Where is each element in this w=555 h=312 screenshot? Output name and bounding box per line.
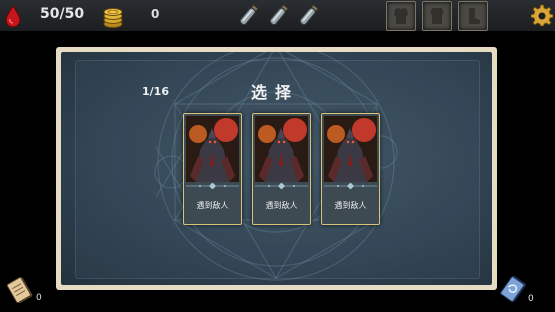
enemy-encounter-art: [186, 116, 239, 182]
boots-slot-icon: [469, 8, 480, 24]
empty-potion-icon[interactable]: [236, 3, 260, 29]
top-bar: 50/50 0: [0, 0, 555, 31]
chest-slot[interactable]: [422, 1, 452, 31]
event-progress: 1/16: [142, 85, 169, 98]
event-title: 选择: [251, 83, 300, 102]
card-divider: [186, 183, 239, 189]
card-label: 遇到敌人: [196, 201, 229, 210]
empty-potion-icon[interactable]: [266, 3, 290, 29]
card-divider: [324, 183, 377, 189]
card-label: 遇到敌人: [265, 201, 298, 210]
gold-counter: 0: [151, 7, 160, 21]
card-label: 遇到敌人: [334, 201, 367, 210]
event-choice-card[interactable]: 遇到敌人: [183, 113, 242, 225]
blood-drop-icon: [5, 5, 21, 27]
event-choice-card[interactable]: 遇到敌人: [252, 113, 311, 225]
hp-counter: 50/50: [40, 6, 85, 22]
gold-coins-icon: [103, 8, 123, 28]
gear-icon[interactable]: [531, 4, 553, 26]
armor-slot-icon: [394, 8, 408, 24]
armor-slot[interactable]: [386, 1, 416, 31]
discard-pile-icon[interactable]: [499, 276, 527, 302]
event-panel: 1/16 选择 遇到敌人 遇到敌人 遇到敌人: [56, 47, 497, 290]
draw-pile-icon[interactable]: [7, 277, 33, 303]
empty-potion-icon[interactable]: [296, 3, 320, 29]
enemy-encounter-art: [255, 116, 308, 182]
draw-pile-count: 0: [36, 293, 42, 303]
card-divider: [255, 183, 308, 189]
chest-slot-icon: [430, 8, 444, 24]
boots-slot[interactable]: [458, 1, 488, 31]
enemy-encounter-art: [324, 116, 377, 182]
event-panel-inner: 1/16 选择 遇到敌人 遇到敌人 遇到敌人: [61, 52, 492, 285]
event-choice-card[interactable]: 遇到敌人: [321, 113, 380, 225]
discard-pile-count: 0: [528, 294, 534, 304]
